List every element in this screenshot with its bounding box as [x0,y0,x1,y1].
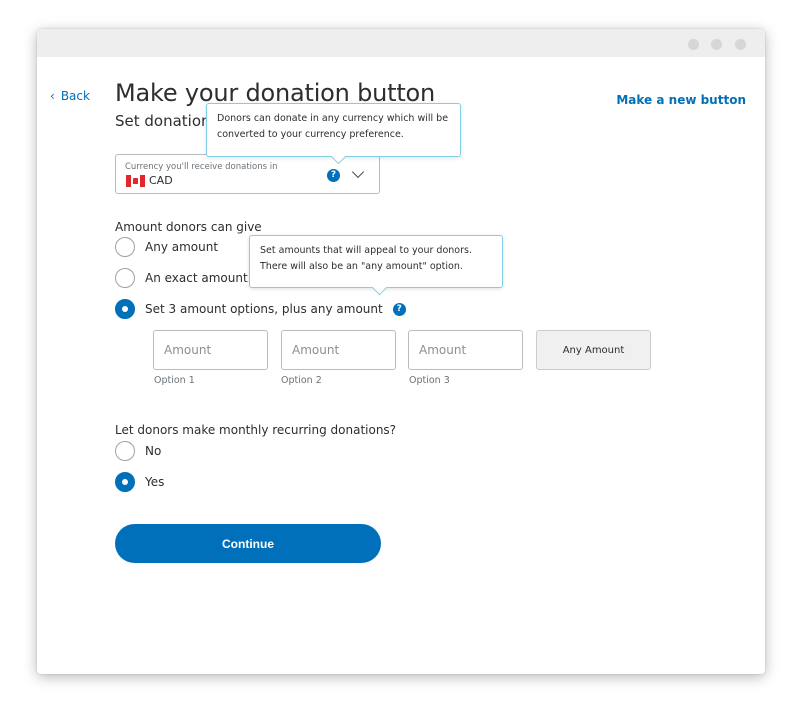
amounts-tooltip: Set amounts that will appeal to your don… [249,235,503,288]
chevron-down-icon [351,165,365,179]
radio-recurring-yes[interactable]: Yes [115,472,164,492]
back-label: Back [60,89,90,103]
window-titlebar [37,29,765,57]
currency-tooltip: Donors can donate in any currency which … [206,103,461,157]
recurring-section-label: Let donors make monthly recurring donati… [115,423,397,437]
radio-any-amount[interactable]: Any amount [115,237,218,257]
window-dot-icon [711,39,722,50]
radio-button[interactable] [115,299,135,319]
option-1-caption: Option 1 [154,375,195,386]
radio-button[interactable] [115,441,135,461]
browser-window: ‹ Back Make your donation button Set don… [37,29,765,674]
amount-section-label: Amount donors can give [115,220,262,234]
any-amount-button[interactable]: Any Amount [536,330,651,370]
continue-button[interactable]: Continue [115,524,381,563]
make-new-button-link[interactable]: Make a new button [616,93,746,107]
radio-exact-amount[interactable]: An exact amount [115,268,248,288]
amount-option-1-input[interactable] [153,330,268,370]
radio-label: Set 3 amount options, plus any amount [145,302,383,316]
canada-flag-icon [126,175,145,187]
option-3-caption: Option 3 [409,375,450,386]
radio-label: Any amount [145,240,219,254]
window-dot-icon [735,39,746,50]
radio-label: An exact amount [145,271,248,285]
amount-option-2-input[interactable] [281,330,396,370]
back-link[interactable]: ‹ Back [50,89,90,103]
radio-label: Yes [145,475,165,489]
radio-button[interactable] [115,268,135,288]
help-icon[interactable]: ? [327,169,340,182]
radio-label: No [145,444,162,458]
radio-three-options[interactable]: Set 3 amount options, plus any amount ? [115,299,406,319]
radio-button[interactable] [115,237,135,257]
radio-button[interactable] [115,472,135,492]
help-icon[interactable]: ? [392,302,406,316]
radio-recurring-no[interactable]: No [115,441,161,461]
chevron-left-icon: ‹ [50,89,55,103]
window-dot-icon [688,39,699,50]
currency-value: CAD [149,174,173,187]
currency-label: Currency you'll receive donations in [125,162,278,172]
amount-option-3-input[interactable] [408,330,523,370]
option-2-caption: Option 2 [281,375,322,386]
page-subtitle: Set donation [115,112,211,130]
